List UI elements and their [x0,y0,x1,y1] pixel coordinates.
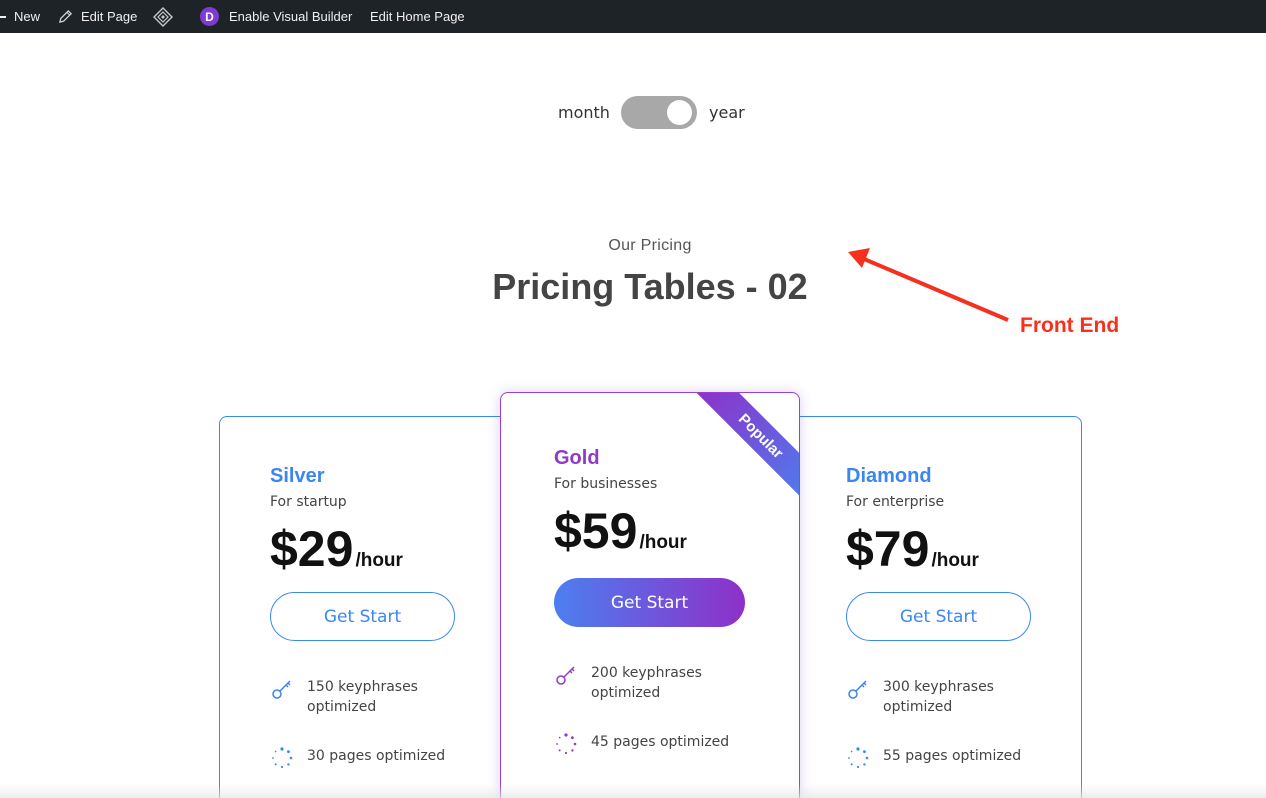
feature-item: 45 pages optimized [554,732,745,756]
edit-page-link[interactable]: Edit Page [58,0,137,33]
loader-icon [556,733,577,755]
page-title: Pricing Tables - 02 [492,266,808,307]
plan-price: $79 [846,521,930,577]
new-label: New [14,9,41,24]
toggle-month-label[interactable]: month [558,103,610,122]
key-icon [848,680,867,699]
get-start-button[interactable]: Get Start [846,592,1031,641]
plan-name: Silver [270,465,325,487]
feature-text: 30 pages optimized [307,748,446,764]
key-icon [556,666,575,685]
enable-visual-builder-link[interactable]: D Enable Visual Builder [200,0,352,33]
plus-icon [0,15,6,18]
billing-toggle-switch[interactable] [621,96,697,129]
feature-text: 45 pages optimized [591,734,730,750]
get-start-button[interactable]: Get Start [554,578,745,627]
toggle-year-label[interactable]: year [709,103,745,122]
plan-subtitle: For startup [270,494,347,510]
feature-text: 300 keyphrases optimized [883,679,994,715]
plan-period: /hour [931,550,979,571]
pricing-card-diamond: Diamond For enterprise $79 /hour Get Sta… [791,416,1082,798]
plan-subtitle: For enterprise [846,494,945,510]
divi-logo-icon: D [200,7,219,26]
feature-item: 150 keyphrases optimized [270,677,455,717]
feature-text: 200 keyphrases optimized [591,665,702,701]
loader-icon [848,747,869,769]
feature-item: 30 pages optimized [270,746,455,770]
edit-page-label: Edit Page [81,9,138,24]
feature-text: 150 keyphrases optimized [307,679,418,715]
edit-home-label: Edit Home Page [370,9,465,24]
plan-name: Gold [554,447,600,469]
visual-builder-label: Enable Visual Builder [229,9,353,24]
feature-text: 55 pages optimized [883,748,1022,764]
key-icon [272,680,291,699]
plan-name: Diamond [846,465,932,487]
price-row: $29 /hour [270,524,455,574]
divi-layout-link[interactable] [153,0,173,33]
edit-home-page-link[interactable]: Edit Home Page [370,0,465,33]
plan-period: /hour [355,550,403,571]
price-row: $59 /hour [554,506,745,556]
plan-price: $29 [270,521,354,577]
bottom-shadow [0,784,1266,798]
diamond-icon [153,6,173,27]
toggle-knob[interactable] [667,100,692,125]
pricing-card-gold: Popular Gold For businesses $59 /hour Ge… [500,392,800,798]
new-menu[interactable]: New [0,0,40,33]
feature-item: 200 keyphrases optimized [554,663,745,703]
annotation-label: Front End [1020,314,1120,337]
annotation-arrow [848,248,1009,322]
price-row: $79 /hour [846,524,1031,574]
pencil-icon [58,9,73,24]
get-start-button[interactable]: Get Start [270,592,455,641]
pricing-card-silver: Silver For startup $29 /hour Get Start 1… [219,416,509,798]
admin-bar: New Edit Page D Enable Visual Builder Ed… [0,0,1266,33]
feature-item: 300 keyphrases optimized [846,677,1031,717]
plan-price: $59 [554,503,638,559]
section-eyebrow: Our Pricing [608,237,692,254]
feature-item: 55 pages optimized [846,746,1031,770]
plan-period: /hour [639,532,687,553]
plan-subtitle: For businesses [554,476,658,492]
loader-icon [272,747,293,769]
